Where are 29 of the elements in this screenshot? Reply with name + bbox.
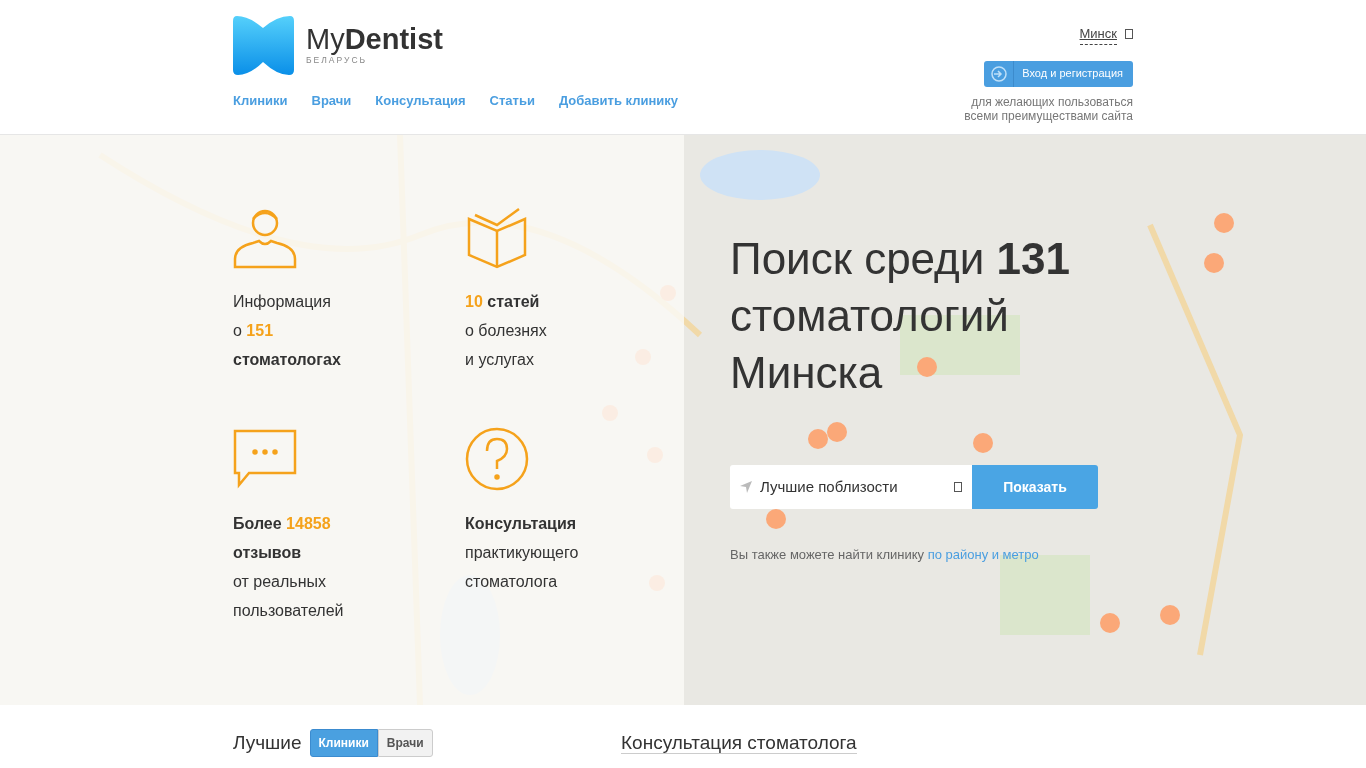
feature-text: Консультация практикующего стоматолога <box>465 514 580 592</box>
nav-link[interactable]: Клиники <box>233 91 288 111</box>
location-select[interactable]: Лучшие поблизости <box>730 465 972 509</box>
feature-text: 10 статей о болезнях и услугах <box>465 292 548 370</box>
consultation-heading[interactable]: Консультация стоматолога <box>621 732 857 754</box>
nav-link[interactable]: Статьи <box>489 91 535 111</box>
show-button[interactable]: Показать <box>972 465 1098 509</box>
city-link[interactable]: Минск <box>1079 24 1117 45</box>
login-note: для желающих пользоваться всеми преимуществами сайта <box>963 94 1133 124</box>
nav-link[interactable]: Врачи <box>311 91 352 111</box>
logo-country: БЕЛАРУСЬ <box>306 54 369 67</box>
search-hint: Вы также можете найти клинику по району и метро <box>730 546 1040 564</box>
nav-link[interactable]: Добавить клинику <box>558 91 679 111</box>
category-tab[interactable]: Врачи <box>377 729 433 758</box>
category-tab[interactable]: Клиники <box>309 729 378 758</box>
login-icon <box>990 65 1007 82</box>
question-icon <box>465 427 529 491</box>
district-link[interactable]: по району и метро <box>927 547 1039 562</box>
book-icon <box>465 205 529 269</box>
login-button[interactable]: Вход и регистрация <box>984 60 1133 87</box>
location-arrow-icon <box>740 481 752 493</box>
search-heading: Поиск среди 131 стоматологий Минска <box>730 233 1072 399</box>
feature-text: Более 14858 отзывов от реальных пользователей <box>233 514 345 621</box>
chat-bubble-icon <box>233 427 297 491</box>
tooth-logo-icon <box>233 16 294 75</box>
feature-text: Информация о 151 стоматологах <box>233 292 342 370</box>
logo-text: MyDentist <box>306 24 443 54</box>
best-heading: Лучшие <box>233 731 302 755</box>
nav-link[interactable]: Консультация <box>375 91 466 111</box>
